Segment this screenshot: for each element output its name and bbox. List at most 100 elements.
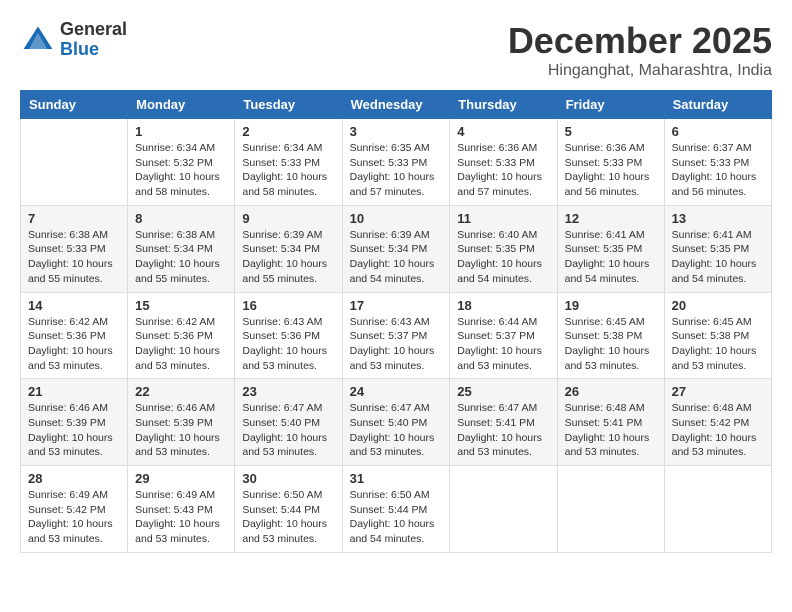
day-number: 30 [242,471,334,486]
calendar-header-row: SundayMondayTuesdayWednesdayThursdayFrid… [21,91,772,119]
calendar-cell: 15Sunrise: 6:42 AMSunset: 5:36 PMDayligh… [128,292,235,379]
calendar-cell: 22 Sunrise: 6:46 AMSunset: 5:39 PMDayligh… [128,379,235,466]
day-info: Sunrise: 6:46 AMSunset: 5:39 PMDaylight:… [135,401,227,460]
day-number: 4 [457,124,549,139]
day-info: Sunrise: 6:36 AMSunset: 5:33 PMDaylight:… [457,141,549,200]
calendar-cell [557,466,664,553]
title-area: December 2025 Hinganghat, Maharashtra, I… [508,20,772,80]
calendar-cell: 13 Sunrise: 6:41 AMSunset: 5:35 PMDayligh… [664,205,771,292]
day-info: Sunrise: 6:41 AMSunset: 5:35 PMDaylight:… [672,228,764,287]
day-number: 5 [565,124,657,139]
day-info: Sunrise: 6:39 AMSunset: 5:34 PMDaylight:… [242,228,334,287]
day-number: 20 [672,298,764,313]
month-title: December 2025 [508,20,772,62]
calendar-cell: 3 Sunrise: 6:35 AMSunset: 5:33 PMDaylight… [342,119,450,206]
day-number: 19 [565,298,657,313]
calendar-week-5: 28Sunrise: 6:49 AMSunset: 5:42 PMDayligh… [21,466,772,553]
calendar-cell: 29 Sunrise: 6:49 AMSunset: 5:43 PMDayligh… [128,466,235,553]
day-info: Sunrise: 6:41 AMSunset: 5:35 PMDaylight:… [565,228,657,287]
day-info: Sunrise: 6:39 AMSunset: 5:34 PMDaylight:… [350,228,443,287]
calendar-cell: 2Sunrise: 6:34 AMSunset: 5:33 PMDaylight… [235,119,342,206]
weekday-header-monday: Monday [128,91,235,119]
calendar-cell: 12 Sunrise: 6:41 AMSunset: 5:35 PMDayligh… [557,205,664,292]
logo: General Blue [20,20,127,60]
day-number: 9 [242,211,334,226]
calendar-cell: 11 Sunrise: 6:40 AMSunset: 5:35 PMDayligh… [450,205,557,292]
calendar-cell: 10 Sunrise: 6:39 AMSunset: 5:34 PMDayligh… [342,205,450,292]
day-info: Sunrise: 6:36 AMSunset: 5:33 PMDaylight:… [565,141,657,200]
calendar-cell: 7 Sunrise: 6:38 AMSunset: 5:33 PMDaylight… [21,205,128,292]
day-info: Sunrise: 6:49 AMSunset: 5:42 PMDaylight:… [28,488,120,547]
day-info: Sunrise: 6:47 AMSunset: 5:40 PMDaylight:… [242,401,334,460]
calendar-table: SundayMondayTuesdayWednesdayThursdayFrid… [20,90,772,553]
day-info: Sunrise: 6:37 AMSunset: 5:33 PMDaylight:… [672,141,764,200]
day-info: Sunrise: 6:50 AMSunset: 5:44 PMDaylight:… [350,488,443,547]
calendar-cell [21,119,128,206]
day-number: 29 [135,471,227,486]
day-number: 18 [457,298,549,313]
day-number: 12 [565,211,657,226]
day-info: Sunrise: 6:43 AMSunset: 5:37 PMDaylight:… [350,315,443,374]
day-number: 8 [135,211,227,226]
day-info: Sunrise: 6:40 AMSunset: 5:35 PMDaylight:… [457,228,549,287]
logo-line1: General [60,20,127,40]
calendar-week-3: 14 Sunrise: 6:42 AMSunset: 5:36 PMDayligh… [21,292,772,379]
calendar-week-4: 21Sunrise: 6:46 AMSunset: 5:39 PMDayligh… [21,379,772,466]
calendar-cell [664,466,771,553]
calendar-cell: 18 Sunrise: 6:44 AMSunset: 5:37 PMDayligh… [450,292,557,379]
day-info: Sunrise: 6:42 AMSunset: 5:36 PMDaylight:… [28,315,120,374]
page-header: General Blue December 2025 Hinganghat, M… [20,20,772,80]
day-number: 22 [135,384,227,399]
weekday-header-tuesday: Tuesday [235,91,342,119]
day-number: 13 [672,211,764,226]
day-number: 7 [28,211,120,226]
calendar-cell: 9 Sunrise: 6:39 AMSunset: 5:34 PMDaylight… [235,205,342,292]
calendar-cell: 21Sunrise: 6:46 AMSunset: 5:39 PMDayligh… [21,379,128,466]
calendar-cell: 19 Sunrise: 6:45 AMSunset: 5:38 PMDayligh… [557,292,664,379]
day-info: Sunrise: 6:44 AMSunset: 5:37 PMDaylight:… [457,315,549,374]
calendar-cell: 30Sunrise: 6:50 AMSunset: 5:44 PMDayligh… [235,466,342,553]
day-info: Sunrise: 6:45 AMSunset: 5:38 PMDaylight:… [565,315,657,374]
day-info: Sunrise: 6:48 AMSunset: 5:42 PMDaylight:… [672,401,764,460]
day-number: 25 [457,384,549,399]
weekday-header-sunday: Sunday [21,91,128,119]
calendar-cell: 24 Sunrise: 6:47 AMSunset: 5:40 PMDayligh… [342,379,450,466]
day-number: 17 [350,298,443,313]
day-info: Sunrise: 6:46 AMSunset: 5:39 PMDaylight:… [28,401,120,460]
logo-icon [20,22,56,58]
day-number: 15 [135,298,227,313]
day-info: Sunrise: 6:47 AMSunset: 5:40 PMDaylight:… [350,401,443,460]
day-info: Sunrise: 6:34 AMSunset: 5:33 PMDaylight:… [242,141,334,200]
calendar-cell: 16Sunrise: 6:43 AMSunset: 5:36 PMDayligh… [235,292,342,379]
day-number: 24 [350,384,443,399]
calendar-cell: 1Sunrise: 6:34 AMSunset: 5:32 PMDaylight… [128,119,235,206]
day-info: Sunrise: 6:38 AMSunset: 5:33 PMDaylight:… [28,228,120,287]
day-number: 16 [242,298,334,313]
weekday-header-saturday: Saturday [664,91,771,119]
calendar-cell: 31Sunrise: 6:50 AMSunset: 5:44 PMDayligh… [342,466,450,553]
day-number: 3 [350,124,443,139]
day-info: Sunrise: 6:48 AMSunset: 5:41 PMDaylight:… [565,401,657,460]
day-number: 23 [242,384,334,399]
calendar-cell [450,466,557,553]
day-info: Sunrise: 6:35 AMSunset: 5:33 PMDaylight:… [350,141,443,200]
calendar-week-2: 7 Sunrise: 6:38 AMSunset: 5:33 PMDaylight… [21,205,772,292]
calendar-cell: 20Sunrise: 6:45 AMSunset: 5:38 PMDayligh… [664,292,771,379]
day-number: 10 [350,211,443,226]
day-number: 6 [672,124,764,139]
calendar-cell: 6 Sunrise: 6:37 AMSunset: 5:33 PMDaylight… [664,119,771,206]
calendar-week-1: 1Sunrise: 6:34 AMSunset: 5:32 PMDaylight… [21,119,772,206]
calendar-cell: 8Sunrise: 6:38 AMSunset: 5:34 PMDaylight… [128,205,235,292]
day-info: Sunrise: 6:49 AMSunset: 5:43 PMDaylight:… [135,488,227,547]
day-number: 14 [28,298,120,313]
day-number: 27 [672,384,764,399]
weekday-header-thursday: Thursday [450,91,557,119]
weekday-header-wednesday: Wednesday [342,91,450,119]
logo-line2: Blue [60,40,127,60]
calendar-cell: 25Sunrise: 6:47 AMSunset: 5:41 PMDayligh… [450,379,557,466]
calendar-cell: 28Sunrise: 6:49 AMSunset: 5:42 PMDayligh… [21,466,128,553]
logo-text: General Blue [60,20,127,60]
calendar-cell: 5 Sunrise: 6:36 AMSunset: 5:33 PMDaylight… [557,119,664,206]
calendar-cell: 17 Sunrise: 6:43 AMSunset: 5:37 PMDayligh… [342,292,450,379]
day-number: 11 [457,211,549,226]
